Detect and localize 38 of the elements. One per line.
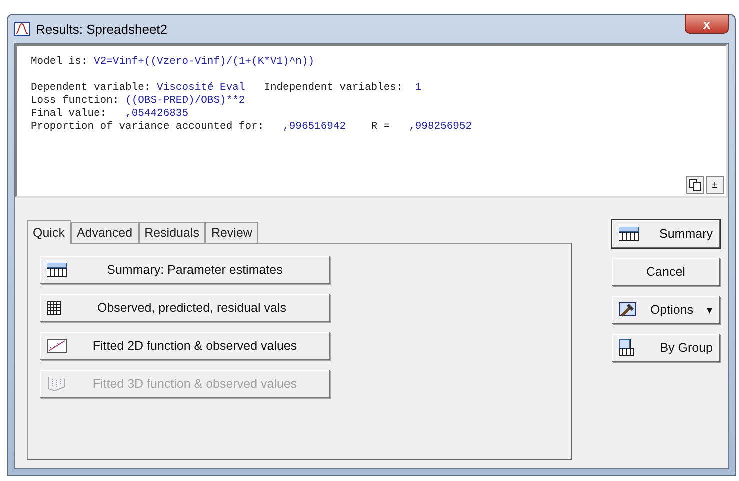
cancel-button[interactable]: Cancel (612, 258, 720, 286)
result-value: ,996516942 (283, 121, 346, 133)
result-label: Loss function: (31, 95, 120, 107)
result-value: ,054426835 (126, 108, 189, 120)
table-icon (619, 227, 639, 241)
result-label: Dependent variable: (31, 82, 152, 94)
by-group-icon (619, 339, 635, 357)
line-plot-icon (47, 339, 67, 353)
surface-plot-icon (47, 376, 67, 392)
result-label: Final value: (31, 108, 108, 120)
tab[interactable]: Review (205, 222, 258, 243)
action-button[interactable]: Fitted 2D function & observed values (40, 332, 330, 360)
summary-button[interactable]: Summary (612, 220, 720, 248)
result-value: ((OBS-PRED)/OBS)**2 (126, 95, 246, 107)
result-value: 1 (415, 82, 422, 94)
result-label: R = (370, 121, 392, 133)
copy-button[interactable] (686, 176, 704, 194)
tab[interactable]: Quick (27, 220, 71, 244)
result-label: Model is: (31, 56, 89, 68)
action-button[interactable]: Observed, predicted, residual vals (40, 294, 330, 322)
tab[interactable]: Residuals (138, 222, 206, 243)
tab[interactable]: Advanced (70, 222, 139, 243)
options-button[interactable]: Options ▾ (612, 296, 720, 324)
close-button[interactable]: x (685, 14, 729, 34)
action-button[interactable]: Summary: Parameter estimates (40, 256, 330, 284)
table-icon (47, 263, 67, 277)
curve-icon (14, 22, 30, 36)
result-value: V2=Vinf+((Vzero-Vinf)/(1+(K*V1)^n)) (94, 56, 315, 68)
collapse-button[interactable]: ± (706, 176, 724, 194)
result-value: ,998256952 (409, 121, 472, 133)
copy-icon (689, 179, 701, 191)
result-value: Viscosité Eval (157, 82, 246, 94)
result-label: Proportion of variance accounted for: (31, 121, 266, 133)
hammer-icon (619, 302, 637, 318)
bygroup-button[interactable]: By Group (612, 334, 720, 362)
grid-icon (47, 301, 61, 315)
window-title: Results: Spreadsheet2 (36, 22, 169, 36)
result-label: Independent variables: (263, 82, 404, 94)
